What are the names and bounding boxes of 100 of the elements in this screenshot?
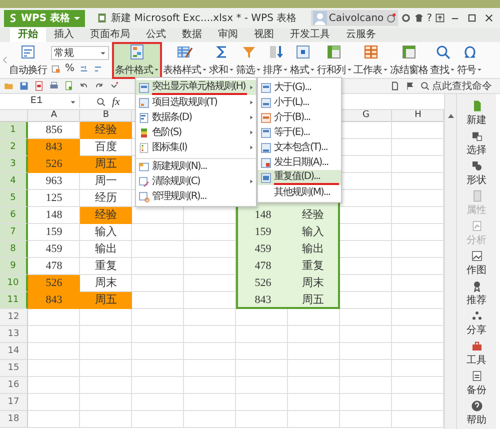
row-header[interactable]: 13 xyxy=(0,326,28,343)
menu-item[interactable]: 其他规则(M)... xyxy=(258,185,341,200)
ribbon-tab[interactable]: 公式 xyxy=(138,28,174,42)
row-header[interactable]: 18 xyxy=(0,411,28,428)
row-header[interactable]: 17 xyxy=(0,394,28,411)
table-cell: 843 xyxy=(236,292,288,309)
row-header[interactable]: 12 xyxy=(0,309,28,326)
row-header[interactable]: 4 xyxy=(0,173,28,190)
help-button[interactable]: ? xyxy=(426,12,432,24)
table-cell-text: 148 xyxy=(44,208,64,223)
table-cell: 843 xyxy=(28,139,80,156)
table-cell: 周五 xyxy=(80,156,132,173)
table-cell-text: 输入 xyxy=(94,225,118,240)
ribbon-tab[interactable]: 页面布局 xyxy=(82,28,138,42)
row-header[interactable]: 14 xyxy=(0,343,28,360)
ribbon-button[interactable]: 排序 xyxy=(262,42,289,78)
row-header[interactable]: 8 xyxy=(0,241,28,258)
table-cell: 周末 xyxy=(288,275,340,292)
sidebar-button[interactable]: 工具 xyxy=(466,340,486,367)
menu-item[interactable]: 文本包含(T)... xyxy=(258,140,341,155)
ribbon-button[interactable]: 求和 xyxy=(208,42,235,78)
row-header[interactable]: 10 xyxy=(0,275,28,292)
ribbon-tab[interactable]: 插入 xyxy=(46,28,82,42)
menu-item[interactable]: 大于(G)... xyxy=(258,80,341,95)
row-header[interactable]: 3 xyxy=(0,156,28,173)
ribbon-tab[interactable]: 云服务 xyxy=(338,28,384,42)
menu-item[interactable]: 色阶(S) xyxy=(136,125,256,140)
ribbon-button[interactable]: 筛选 xyxy=(235,42,262,78)
ribbon-button[interactable]: 工作表 xyxy=(352,42,389,78)
column-header[interactable]: B xyxy=(80,110,132,122)
table-cell: 843 xyxy=(28,292,80,309)
name-box[interactable]: E1 xyxy=(0,95,80,108)
sidebar-button[interactable]: 帮助 xyxy=(466,400,486,427)
ribbon-tab[interactable]: 开始 xyxy=(10,28,46,42)
sidebar-button[interactable]: 推荐 xyxy=(466,280,486,307)
table-cell: 526 xyxy=(28,156,80,173)
table-cell: 周五 xyxy=(288,292,340,309)
sidebar-button[interactable]: 选择 xyxy=(466,130,486,157)
table-cell-text: 周末 xyxy=(94,276,118,291)
table-cell-text: 输出 xyxy=(94,242,118,257)
menu-item[interactable]: 小于(L)... xyxy=(258,95,341,110)
table-cell-text: 周一 xyxy=(94,174,118,189)
ribbon-button[interactable]: 查找 xyxy=(429,42,456,78)
menu-item[interactable]: 突出显示单元格规则(H) xyxy=(136,80,256,95)
row-header[interactable]: 5 xyxy=(0,190,28,207)
row-header[interactable]: 1 xyxy=(0,122,28,139)
menu-item[interactable]: 清除规则(C) xyxy=(136,174,256,189)
menu-item[interactable]: 图标集(I) xyxy=(136,140,256,155)
command-search-field[interactable]: 点此查找命令 xyxy=(420,80,500,92)
row-header[interactable]: 6 xyxy=(0,207,28,224)
sidebar-button[interactable]: 作图 xyxy=(466,250,486,277)
menu-item[interactable]: 重复值(D)... xyxy=(258,170,341,185)
table-cell: 重复 xyxy=(288,258,340,275)
ribbon-tab[interactable]: 审阅 xyxy=(210,28,246,42)
ribbon-tab[interactable]: 数据 xyxy=(174,28,210,42)
ribbon-button[interactable]: 行和列 xyxy=(316,42,352,78)
user-account[interactable]: Caivolcano xyxy=(310,10,398,26)
ribbon-button[interactable]: 表格样式 xyxy=(162,42,208,78)
sidebar-button[interactable]: 备份 xyxy=(466,370,486,397)
menu-item[interactable]: 项目选取规则(T) xyxy=(136,95,256,110)
table-cell: 526 xyxy=(28,275,80,292)
menu-item[interactable]: 新建规则(N)... xyxy=(136,158,256,174)
sidebar-button[interactable]: 新建 xyxy=(466,100,486,127)
ribbon-tab[interactable]: 开发工具 xyxy=(282,28,338,42)
table-cell-text: 856 xyxy=(44,123,64,138)
table-cell-text: 459 xyxy=(44,242,64,257)
sidebar-button[interactable]: 形状 xyxy=(466,160,486,187)
insert-function-button[interactable]: fx xyxy=(112,96,120,108)
ribbon-button[interactable]: 冻结窗格 xyxy=(389,42,429,78)
column-header[interactable]: H xyxy=(392,110,444,122)
menu-item[interactable]: 介于(B)... xyxy=(258,110,341,125)
table-cell-text: 百度 xyxy=(94,140,118,155)
table-cell: 经验 xyxy=(80,207,132,224)
row-header[interactable]: 7 xyxy=(0,224,28,241)
table-cell: 周五 xyxy=(80,292,132,309)
table-cell-text: 125 xyxy=(44,191,64,206)
row-header[interactable]: 15 xyxy=(0,360,28,377)
number-format-dropdown[interactable]: 常规 xyxy=(51,46,109,60)
table-cell: 经验 xyxy=(80,122,132,139)
column-header[interactable]: G xyxy=(340,110,392,122)
menu-item[interactable]: 发生日期(A)... xyxy=(258,155,341,170)
row-header[interactable]: 11 xyxy=(0,292,28,309)
percent-button[interactable]: % xyxy=(65,63,75,74)
ribbon-button[interactable]: 条件格式 xyxy=(112,42,162,78)
row-header[interactable]: 9 xyxy=(0,258,28,275)
sidebar-button[interactable]: 分享 xyxy=(466,310,486,337)
row-header[interactable]: 2 xyxy=(0,139,28,156)
ribbon-tab[interactable]: 视图 xyxy=(246,28,282,42)
menu-item[interactable]: 数据条(D) xyxy=(136,110,256,125)
table-cell: 459 xyxy=(236,241,288,258)
column-header[interactable]: A xyxy=(28,110,80,122)
table-cell: 经验 xyxy=(288,207,340,224)
menu-item[interactable]: 管理规则(R)... xyxy=(136,189,256,204)
table-cell: 输出 xyxy=(288,241,340,258)
ribbon-button[interactable]: 格式 xyxy=(289,42,316,78)
menu-item[interactable]: 等于(E)... xyxy=(258,125,341,140)
table-cell: 478 xyxy=(236,258,288,275)
wrap-text-button[interactable]: 自动换行 xyxy=(8,42,48,78)
ribbon-button[interactable]: 符号 xyxy=(456,42,483,78)
row-header[interactable]: 16 xyxy=(0,377,28,394)
